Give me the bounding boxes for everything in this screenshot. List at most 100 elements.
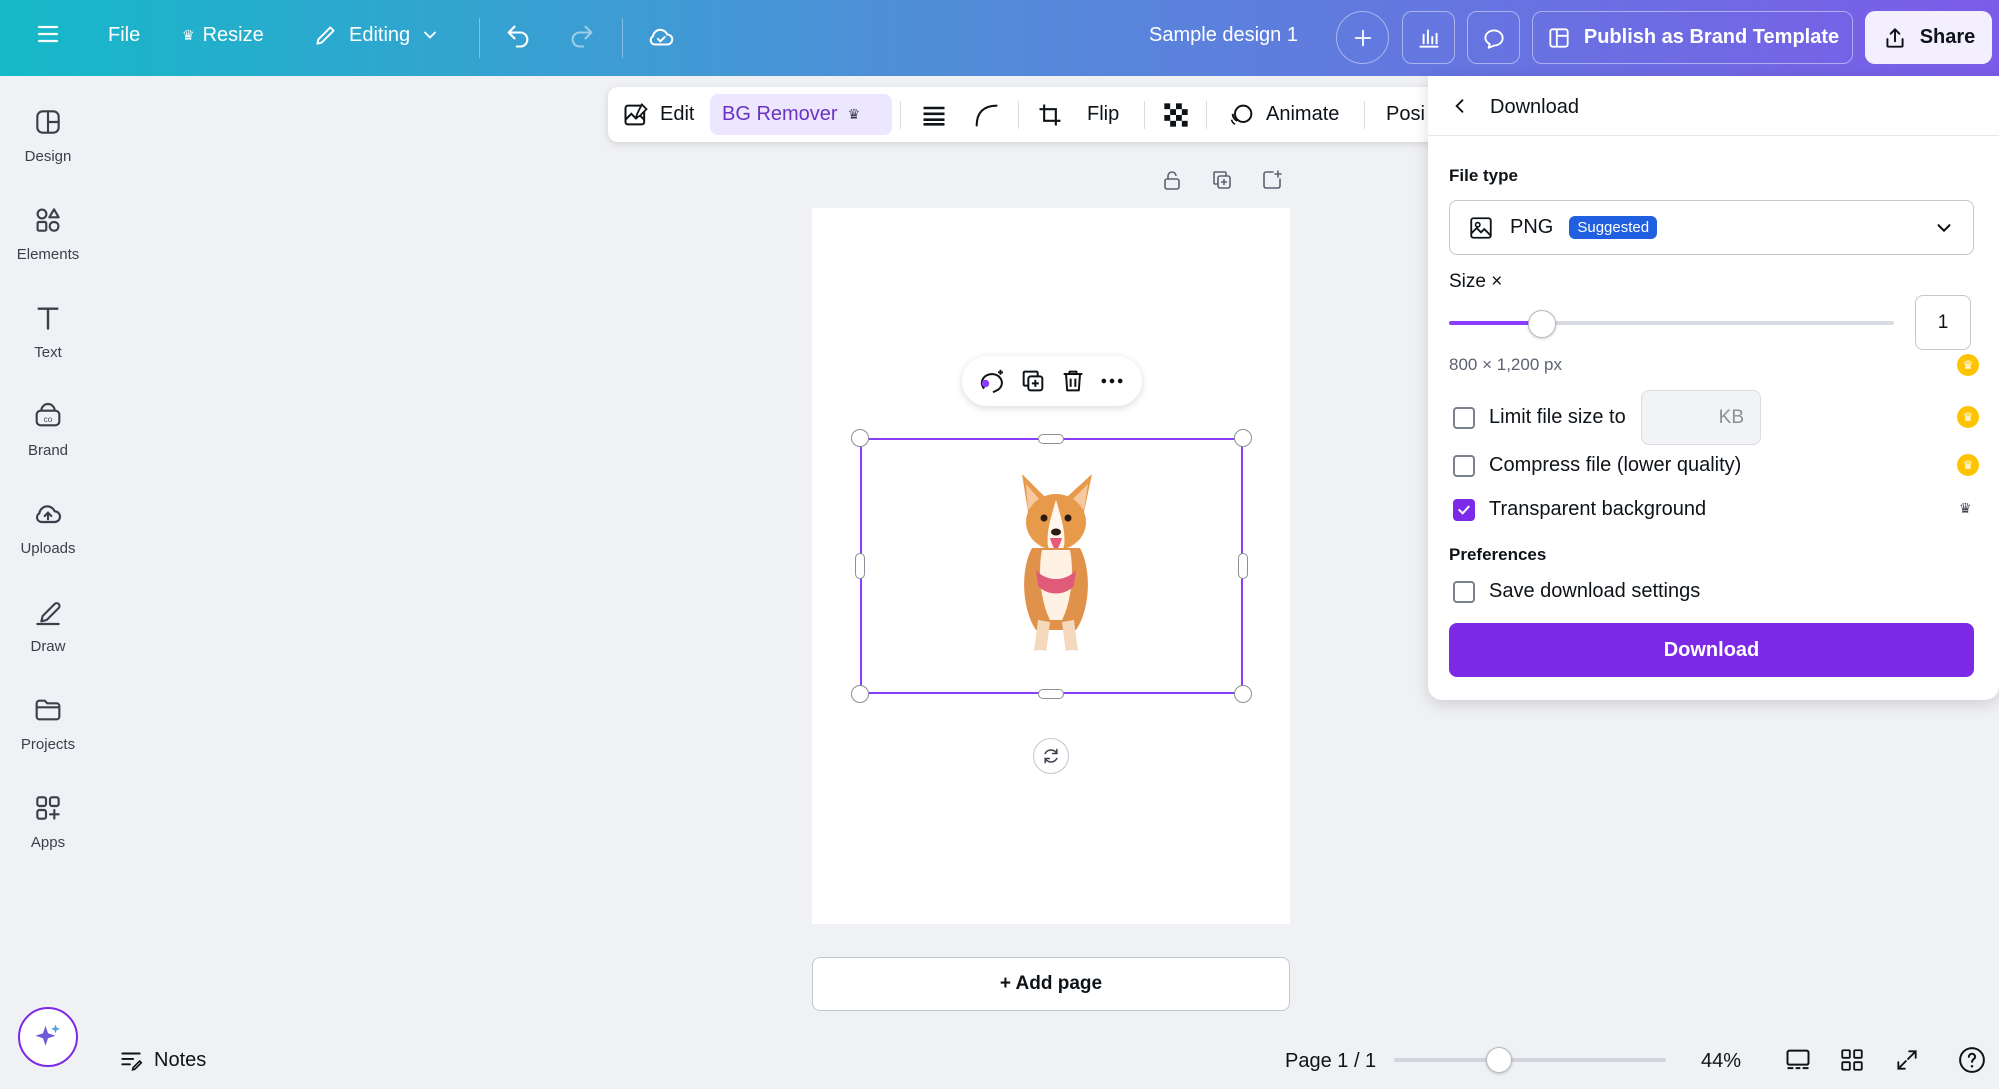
- bg-remover-button[interactable]: BG Remover ♛: [722, 87, 860, 142]
- add-button[interactable]: [1336, 11, 1389, 64]
- sidebar-label: Draw: [30, 638, 66, 655]
- context-toolbar: Edit BG Remover ♛ Flip Animate Posi: [608, 87, 1438, 142]
- grid-view-icon[interactable]: [1836, 1044, 1868, 1076]
- resize-handle-sw[interactable]: [851, 685, 869, 703]
- undo-icon[interactable]: [504, 22, 532, 50]
- resize-handle-ne[interactable]: [1234, 429, 1252, 447]
- sidebar-item-uploads[interactable]: Uploads: [0, 498, 96, 557]
- size-slider-knob[interactable]: [1528, 310, 1556, 338]
- zoom-slider-knob[interactable]: [1486, 1047, 1512, 1073]
- sparkle-icon: [35, 1024, 60, 1046]
- resize-handle-e[interactable]: [1238, 553, 1248, 579]
- design-icon: [36, 110, 60, 134]
- help-icon[interactable]: [1956, 1044, 1988, 1076]
- lock-icon[interactable]: [1160, 168, 1184, 192]
- add-page-button[interactable]: + Add page: [812, 957, 1290, 1011]
- size-input[interactable]: 1: [1915, 295, 1971, 350]
- comments-button[interactable]: [1467, 11, 1520, 64]
- back-arrow-icon[interactable]: [1450, 96, 1470, 116]
- edit-image-button[interactable]: Edit: [622, 87, 694, 142]
- more-options-icon[interactable]: [1098, 367, 1126, 395]
- corgi-image[interactable]: [1010, 470, 1102, 660]
- file-type-select[interactable]: PNG Suggested: [1449, 200, 1974, 255]
- resize-handle-w[interactable]: [855, 553, 865, 579]
- sidebar-item-elements[interactable]: Elements: [0, 204, 96, 263]
- toolbar-divider: [900, 101, 901, 129]
- size-slider-track[interactable]: [1449, 321, 1894, 325]
- crop-button[interactable]: [1036, 87, 1064, 142]
- sidebar-item-projects[interactable]: Projects: [0, 694, 96, 753]
- editing-dropdown[interactable]: Editing: [313, 22, 440, 48]
- zoom-slider-track[interactable]: [1394, 1058, 1666, 1062]
- flip-button[interactable]: Flip: [1087, 87, 1119, 142]
- top-bar: File ♛ Resize Editing Sample design 1 Pu…: [0, 0, 1999, 76]
- share-button[interactable]: Share: [1865, 11, 1992, 64]
- page-count[interactable]: Page 1 / 1: [1285, 1050, 1376, 1073]
- animate-button[interactable]: Animate: [1228, 87, 1339, 142]
- sidebar-item-brand[interactable]: co Brand: [0, 400, 96, 459]
- folder-icon: [35, 699, 61, 721]
- publish-brand-template-button[interactable]: Publish as Brand Template: [1532, 11, 1853, 64]
- rotate-icon: [1044, 748, 1058, 764]
- sidebar-label: Brand: [27, 442, 69, 459]
- notes-button[interactable]: Notes: [118, 1047, 206, 1073]
- transparent-background-checkbox[interactable]: [1453, 498, 1475, 521]
- resize-button[interactable]: ♛ Resize: [182, 24, 264, 47]
- size-slider-fill: [1449, 321, 1539, 325]
- download-panel: Download File type PNG Suggested Size × …: [1428, 76, 1999, 700]
- rotate-handle[interactable]: [1033, 738, 1069, 774]
- sidebar-item-design[interactable]: Design: [0, 106, 96, 165]
- transparent-background-option[interactable]: Transparent background: [1453, 498, 1706, 521]
- edit-image-icon: [624, 102, 648, 125]
- compress-file-checkbox[interactable]: [1453, 454, 1475, 477]
- compress-file-option[interactable]: Compress file (lower quality): [1453, 454, 1741, 477]
- insights-button[interactable]: [1402, 11, 1455, 64]
- file-type-label: File type: [1449, 166, 1518, 185]
- border-style-button[interactable]: [920, 87, 948, 142]
- crown-icon: ♛: [847, 106, 861, 122]
- resize-handle-s[interactable]: [1038, 689, 1064, 699]
- sidebar-item-text[interactable]: Text: [0, 302, 96, 361]
- file-size-kb-input[interactable]: KB: [1641, 390, 1761, 445]
- share-icon: [1886, 27, 1904, 48]
- zoom-level[interactable]: 44%: [1701, 1050, 1741, 1073]
- redo-icon[interactable]: [568, 22, 596, 50]
- resize-handle-nw[interactable]: [851, 429, 869, 447]
- animate-icon: [1230, 104, 1253, 125]
- border-style-icon: [923, 106, 945, 126]
- pro-crown-icon: ♛: [1957, 454, 1979, 476]
- save-download-settings-option[interactable]: Save download settings: [1453, 580, 1700, 603]
- position-button[interactable]: Posi: [1386, 87, 1425, 142]
- selected-image-frame[interactable]: [860, 438, 1243, 694]
- cloud-saved-icon[interactable]: [646, 22, 676, 52]
- share-label: Share: [1919, 26, 1976, 48]
- crown-icon: ♛: [1959, 500, 1972, 516]
- publish-label: Publish as Brand Template: [1583, 26, 1840, 48]
- duplicate-page-icon[interactable]: [1210, 168, 1234, 192]
- left-sidebar: Design Elements Text co Brand Uploads Dr…: [0, 76, 96, 1089]
- design-title[interactable]: Sample design 1: [1149, 24, 1298, 47]
- fullscreen-icon[interactable]: [1891, 1044, 1923, 1076]
- sidebar-item-draw[interactable]: Draw: [0, 596, 96, 655]
- download-button[interactable]: Download: [1449, 623, 1974, 677]
- sidebar-item-apps[interactable]: Apps: [0, 792, 96, 851]
- page-view-icon[interactable]: [1782, 1044, 1814, 1076]
- corner-rounding-button[interactable]: [972, 87, 1000, 142]
- magic-edit-icon[interactable]: [978, 366, 1008, 396]
- toolbar-divider: [1018, 101, 1019, 129]
- sidebar-label: Elements: [16, 246, 80, 263]
- limit-file-size-option[interactable]: Limit file size to: [1453, 406, 1626, 429]
- trash-icon[interactable]: [1059, 367, 1087, 395]
- magic-assistant-button[interactable]: [18, 1007, 78, 1067]
- add-page-icon[interactable]: [1260, 168, 1284, 192]
- menu-icon[interactable]: [36, 22, 60, 46]
- save-download-settings-label: Save download settings: [1489, 580, 1701, 602]
- limit-file-size-checkbox[interactable]: [1453, 406, 1475, 429]
- duplicate-icon[interactable]: [1019, 367, 1047, 395]
- save-download-settings-checkbox[interactable]: [1453, 580, 1475, 603]
- file-menu[interactable]: File: [108, 24, 140, 47]
- add-page-label: + Add page: [999, 973, 1103, 994]
- transparency-button[interactable]: [1162, 87, 1190, 142]
- resize-handle-n[interactable]: [1038, 434, 1064, 444]
- resize-handle-se[interactable]: [1234, 685, 1252, 703]
